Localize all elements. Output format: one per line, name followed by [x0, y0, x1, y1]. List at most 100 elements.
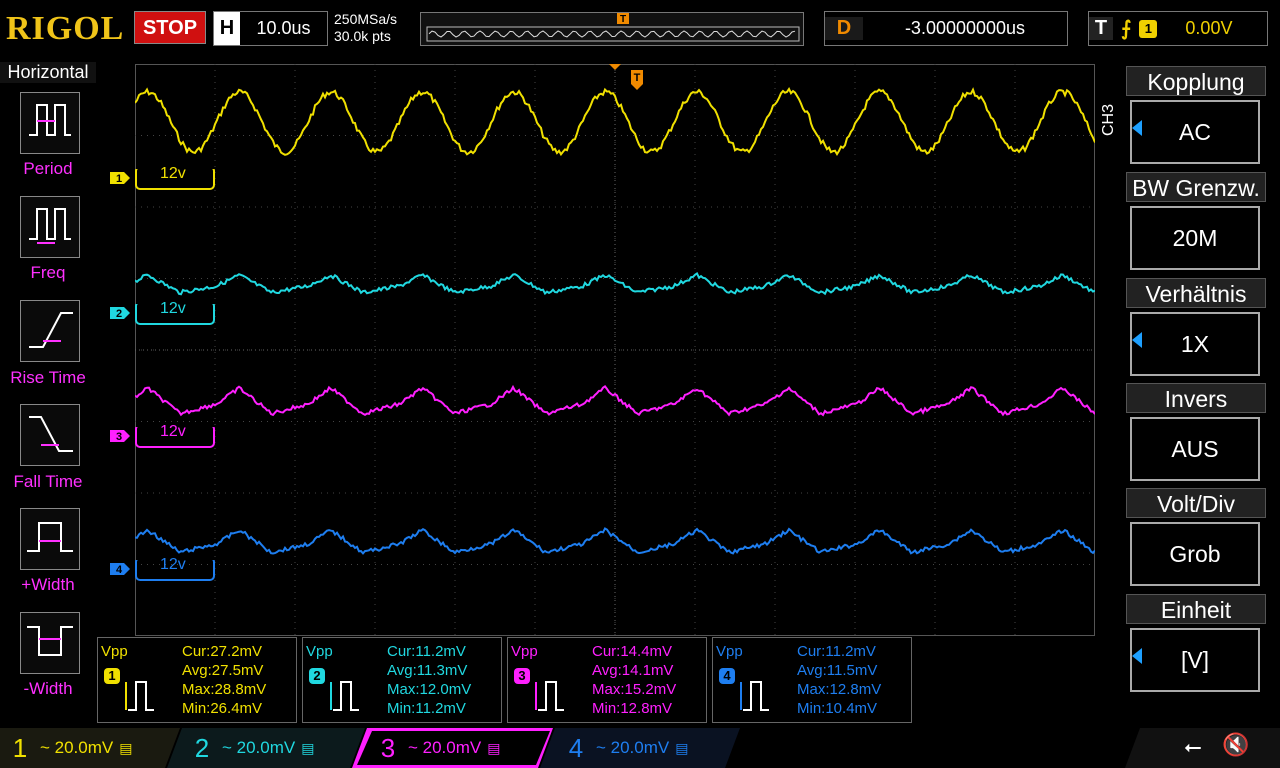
coupling-menu[interactable]: Kopplung AC: [1126, 66, 1266, 164]
negative-width-label: -Width: [23, 679, 73, 698]
overview-waveform: T: [426, 13, 800, 42]
measurement-min: Min:10.4mV: [797, 700, 878, 717]
channel-scale: ~ 20.0mV: [596, 738, 670, 757]
measurement-max: Max:15.2mV: [592, 681, 677, 698]
memory-depth: 30.0k pts: [334, 28, 391, 44]
volts-div-menu[interactable]: Volt/Div Grob: [1126, 488, 1266, 586]
channel-3-tab[interactable]: 3 ~ 20.0mV ▤: [368, 728, 501, 768]
svg-text:2: 2: [116, 308, 122, 320]
volts-div-title: Volt/Div: [1126, 488, 1266, 518]
unit-title: Einheit: [1126, 594, 1266, 624]
positive-width-button[interactable]: [20, 508, 80, 570]
measurement-ch1[interactable]: Vpp 1 Cur:27.2mV Avg:27.5mV Max:28.8mV M…: [97, 637, 297, 723]
trigger-box[interactable]: T ⨍ 1 0.00V: [1088, 11, 1268, 46]
measurement-cur: Cur:14.4mV: [592, 643, 673, 660]
measurement-type: Vpp: [101, 643, 128, 660]
measurement-ch4[interactable]: Vpp 4 Cur:11.2mV Avg:11.5mV Max:12.8mV M…: [712, 637, 912, 723]
svg-text:T: T: [620, 14, 626, 25]
channel-badge: 2: [309, 668, 325, 684]
channel-badge: 1: [104, 668, 120, 684]
measurement-cur: Cur:11.2mV: [797, 643, 876, 660]
probe-ratio-menu[interactable]: Verhältnis 1X: [1126, 278, 1266, 376]
measurement-max: Max:12.8mV: [797, 681, 882, 698]
frequency-icon: [29, 208, 71, 244]
svg-text:3: 3: [116, 431, 122, 443]
channel-badge: 3: [514, 668, 530, 684]
vpp-icon: [125, 681, 154, 711]
delay-value: -3.00000000us: [904, 18, 1026, 38]
probe-ratio-title: Verhältnis: [1126, 278, 1266, 308]
channel-number: 4: [568, 732, 584, 763]
period-label: Period: [23, 159, 73, 178]
timebase-value: 10.0us: [256, 18, 311, 38]
coupling-value[interactable]: AC: [1130, 100, 1260, 164]
negative-width-button[interactable]: [20, 612, 80, 674]
vpp-icon: [740, 681, 769, 711]
vpp-icon: [535, 681, 564, 711]
measurement-ch2[interactable]: Vpp 2 Cur:11.2mV Avg:11.3mV Max:12.0mV M…: [302, 637, 502, 723]
left-menu-title: Horizontal: [0, 62, 96, 83]
measurement-max: Max:12.0mV: [387, 681, 472, 698]
freq-button[interactable]: [20, 196, 80, 258]
measurement-avg: Avg:14.1mV: [592, 662, 674, 679]
channel-2-tab[interactable]: 2 ~ 20.0mV ▤: [182, 728, 315, 768]
bandwidth-limit-value[interactable]: 20M: [1130, 206, 1260, 270]
negative-width-icon: [27, 626, 73, 656]
period-button[interactable]: [20, 92, 80, 154]
rise-time-label: Rise Time: [10, 368, 86, 387]
vpp-icon: [330, 681, 359, 711]
delay-label: D: [825, 17, 863, 40]
channel-4-tab[interactable]: 4 ~ 20.0mV ▤: [556, 728, 689, 768]
channel-number: 2: [194, 732, 210, 763]
positive-width-icon: [27, 522, 73, 552]
measurement-type: Vpp: [511, 643, 538, 660]
measurement-avg: Avg:27.5mV: [182, 662, 264, 679]
rising-edge-icon: ⨍: [1121, 18, 1132, 40]
run-stop-button[interactable]: STOP: [134, 11, 206, 44]
volts-div-value[interactable]: Grob: [1130, 522, 1260, 586]
measurement-min: Min:26.4mV: [182, 700, 263, 717]
trigger-label: T: [1089, 17, 1113, 40]
svg-text:4: 4: [116, 564, 123, 576]
trigger-marker-icon: T: [609, 64, 643, 90]
timebase-box[interactable]: H 10.0us: [213, 11, 328, 46]
channel-3-label: 12v: [160, 423, 186, 440]
channel-scale: ~ 20.0mV: [222, 738, 296, 757]
trigger-level: 0.00V: [1185, 18, 1233, 38]
channel-4-label: 12v: [160, 556, 186, 573]
measurement-cur: Cur:27.2mV: [182, 643, 263, 660]
coupling-title: Kopplung: [1126, 66, 1266, 96]
waveform-overview-bar[interactable]: T: [420, 12, 804, 46]
bandwidth-limit-menu[interactable]: BW Grenzw. 20M: [1126, 172, 1266, 270]
waveform-display[interactable]: T: [135, 64, 1095, 636]
channel-2-label: 12v: [160, 300, 186, 317]
bandwidth-limit-icon: ▤: [487, 739, 501, 756]
invert-menu[interactable]: Invers AUS: [1126, 383, 1266, 481]
active-channel-label: CH3: [1100, 104, 1117, 137]
measurement-ch3[interactable]: Vpp 3 Cur:14.4mV Avg:14.1mV Max:15.2mV M…: [507, 637, 707, 723]
left-arrow-icon: [1132, 120, 1142, 136]
bandwidth-limit-title: BW Grenzw.: [1126, 172, 1266, 202]
delay-box[interactable]: D -3.00000000us: [824, 11, 1068, 46]
bandwidth-limit-icon: ▤: [675, 739, 689, 756]
rise-time-button[interactable]: [20, 300, 80, 362]
fall-time-button[interactable]: [20, 404, 80, 466]
bandwidth-limit-icon: ▤: [119, 739, 133, 756]
measurement-min: Min:11.2mV: [387, 700, 466, 717]
channel-1-tab[interactable]: 1 ~ 20.0mV ▤: [0, 728, 133, 768]
fall-time-icon: [29, 416, 73, 452]
fall-time-label: Fall Time: [13, 472, 83, 491]
left-arrow-icon: [1132, 648, 1142, 664]
usb-icon: ⭠: [1184, 734, 1202, 759]
left-arrow-icon: [1132, 332, 1142, 348]
unit-value[interactable]: [V]: [1130, 628, 1260, 692]
positive-width-label: +Width: [21, 575, 75, 594]
invert-value[interactable]: AUS: [1130, 417, 1260, 481]
channel-scale: ~ 20.0mV: [408, 738, 482, 757]
unit-menu[interactable]: Einheit [V]: [1126, 594, 1266, 692]
speaker-muted-icon[interactable]: 🔇: [1222, 732, 1249, 758]
bandwidth-limit-icon: ▤: [301, 739, 315, 756]
channel-badge: 4: [719, 668, 735, 684]
probe-ratio-value[interactable]: 1X: [1130, 312, 1260, 376]
freq-label: Freq: [30, 263, 66, 282]
